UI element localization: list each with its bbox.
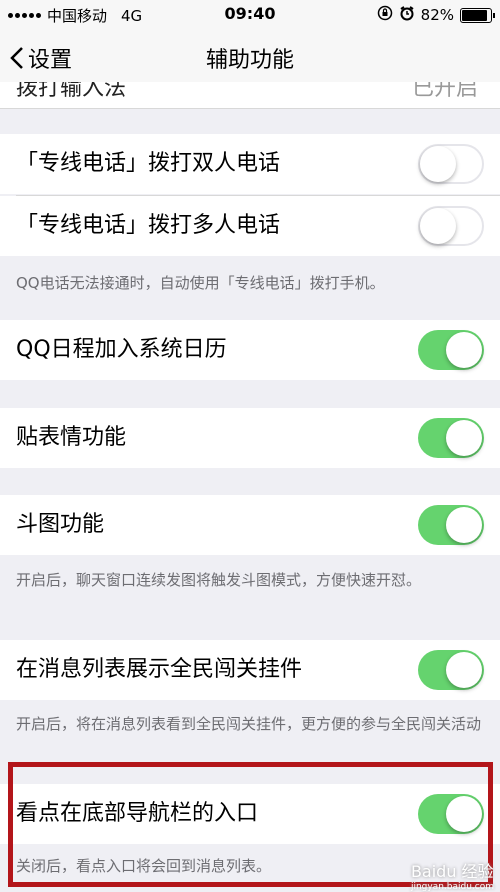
partial-row-label: 拨打输入法	[16, 82, 127, 101]
row-label: 贴表情功能	[16, 425, 127, 450]
status-bar: 中国移动 4G 09:40 82%	[0, 0, 500, 30]
row-special-line-double: 「专线电话」拨打双人电话	[0, 134, 500, 194]
alarm-icon	[399, 5, 415, 25]
toggle-knob	[446, 507, 482, 543]
orientation-lock-icon	[377, 5, 393, 25]
toggle-knob	[446, 332, 482, 368]
toggle-knob	[420, 208, 456, 244]
toggle-knob	[420, 146, 456, 182]
navigation-bar: 设置 辅助功能	[0, 30, 500, 83]
toggle-knob	[446, 420, 482, 456]
watermark-brand: Baidu 经验	[410, 862, 494, 881]
battery-icon	[460, 7, 495, 23]
row-special-line-multi: 「专线电话」拨打多人电话	[0, 196, 500, 256]
toggle-switch[interactable]	[418, 650, 484, 690]
row-chuangguan: 在消息列表展示全民闯关挂件	[0, 640, 500, 700]
footnote-doutu: 开启后，聊天窗口连续发图将触发斗图模式，方便快速开怼。	[16, 571, 422, 589]
row-label: QQ日程加入系统日历	[16, 337, 227, 362]
footnote-special-line: QQ电话无法接通时，自动使用「专线电话」拨打手机。	[16, 274, 385, 292]
row-sticker: 贴表情功能	[0, 408, 500, 468]
toggle-switch[interactable]	[418, 206, 484, 246]
footnote-chuangguan: 开启后，将在消息列表看到全民闯关挂件，更方便的参与全民闯关活动	[16, 715, 482, 733]
row-label: 斗图功能	[16, 512, 105, 537]
toggle-switch[interactable]	[418, 330, 484, 370]
row-label: 「专线电话」拨打多人电话	[16, 213, 281, 238]
partial-row[interactable]: 拨打输入法 已开启	[0, 82, 500, 109]
watermark: Baidu 经验 jingyan.baidu.com	[411, 858, 494, 892]
partial-row-value: 已开启	[411, 82, 478, 101]
row-label: 「专线电话」拨打双人电话	[16, 151, 281, 176]
status-right: 82%	[377, 5, 495, 25]
row-qq-calendar: QQ日程加入系统日历	[0, 320, 500, 380]
toggle-knob	[446, 652, 482, 688]
row-label: 在消息列表展示全民闯关挂件	[16, 657, 303, 682]
toggle-switch[interactable]	[418, 144, 484, 184]
watermark-url: jingyan.baidu.com	[410, 882, 494, 892]
toggle-switch[interactable]	[418, 418, 484, 458]
battery-fill	[462, 9, 487, 21]
toggle-switch[interactable]	[418, 505, 484, 545]
battery-percent: 82%	[420, 6, 454, 24]
page-title: 辅助功能	[205, 48, 294, 73]
row-doutu: 斗图功能	[0, 495, 500, 555]
